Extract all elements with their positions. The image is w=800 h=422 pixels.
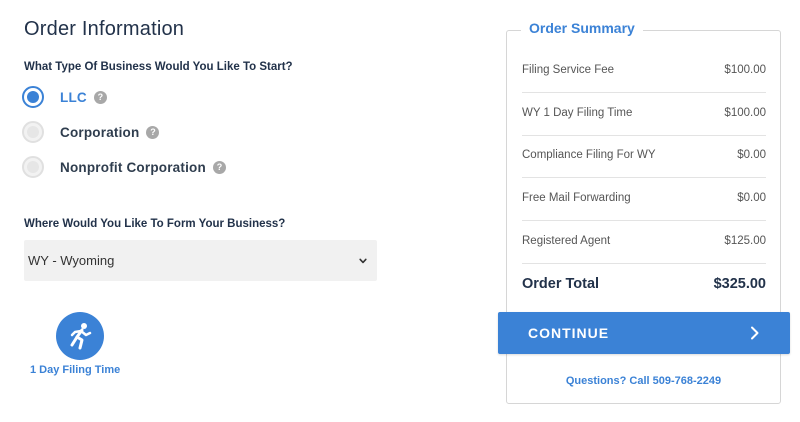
divider — [522, 220, 766, 221]
help-icon[interactable]: ? — [93, 90, 107, 104]
radio-button-corporation[interactable] — [22, 121, 44, 143]
summary-item-value: $125.00 — [724, 235, 766, 247]
summary-row: Filing Service Fee $100.00 — [522, 64, 766, 76]
running-person-icon — [56, 312, 104, 360]
filing-time-label: 1 Day Filing Time — [30, 364, 121, 376]
summary-item-value: $0.00 — [737, 192, 766, 204]
summary-item-label: WY 1 Day Filing Time — [522, 107, 633, 119]
option-label-nonprofit[interactable]: Nonprofit Corporation — [60, 160, 206, 175]
questions-phone-link[interactable]: Questions? Call 509-768-2249 — [506, 375, 781, 387]
summary-item-label: Registered Agent — [522, 235, 611, 247]
summary-item-value: $100.00 — [724, 64, 766, 76]
divider — [522, 92, 766, 93]
summary-item-value: $100.00 — [724, 107, 766, 119]
divider — [522, 135, 766, 136]
continue-label: CONTINUE — [528, 325, 610, 341]
chevron-down-icon — [359, 258, 367, 263]
business-type-option-nonprofit[interactable]: Nonprofit Corporation ? — [22, 155, 226, 179]
order-total-label: Order Total — [522, 276, 600, 292]
continue-button[interactable]: CONTINUE — [498, 312, 790, 354]
order-summary-title: Order Summary — [521, 20, 643, 36]
order-total-row: Order Total $325.00 — [522, 276, 766, 292]
page-title: Order Information — [24, 18, 185, 40]
summary-row: WY 1 Day Filing Time $100.00 — [522, 107, 766, 119]
summary-item-label: Filing Service Fee — [522, 64, 615, 76]
order-total-value: $325.00 — [713, 276, 766, 292]
divider — [522, 177, 766, 178]
radio-button-nonprofit[interactable] — [22, 156, 44, 178]
radio-button-llc[interactable] — [22, 86, 44, 108]
help-icon[interactable]: ? — [212, 160, 226, 174]
business-type-option-llc[interactable]: LLC ? — [22, 85, 107, 109]
state-select[interactable]: WY - Wyoming — [24, 240, 377, 281]
option-label-llc[interactable]: LLC — [60, 90, 87, 105]
divider — [522, 263, 766, 264]
business-type-question: What Type Of Business Would You Like To … — [24, 61, 293, 73]
state-select-value: WY - Wyoming — [28, 253, 115, 268]
business-type-option-corporation[interactable]: Corporation ? — [22, 120, 160, 144]
summary-row: Compliance Filing For WY $0.00 — [522, 149, 766, 161]
help-icon[interactable]: ? — [146, 125, 160, 139]
option-label-corporation[interactable]: Corporation — [60, 125, 139, 140]
summary-row: Free Mail Forwarding $0.00 — [522, 192, 766, 204]
summary-row: Registered Agent $125.00 — [522, 235, 766, 247]
summary-item-label: Free Mail Forwarding — [522, 192, 631, 204]
chevron-right-icon — [751, 326, 759, 340]
summary-item-label: Compliance Filing For WY — [522, 149, 656, 161]
summary-item-value: $0.00 — [737, 149, 766, 161]
state-question: Where Would You Like To Form Your Busine… — [24, 218, 286, 230]
